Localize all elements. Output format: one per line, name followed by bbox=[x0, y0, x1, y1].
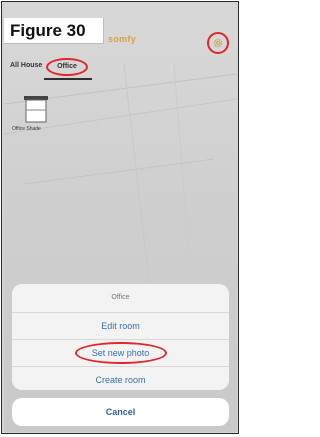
action-sheet: Office Edit room Set new photo Create ro… bbox=[12, 284, 229, 390]
gear-icon bbox=[213, 38, 223, 48]
somfy-logo: somfy bbox=[108, 34, 137, 44]
active-tab-underline bbox=[44, 78, 92, 80]
edit-room-button[interactable]: Edit room bbox=[12, 313, 229, 340]
device-label: Office Shade bbox=[12, 126, 41, 132]
phone-screen: somfy All House Office Office Shade Offi… bbox=[4, 4, 237, 432]
tab-office[interactable]: Office bbox=[46, 58, 88, 76]
red-highlight-circle bbox=[74, 342, 167, 364]
set-new-photo-button[interactable]: Set new photo bbox=[12, 340, 229, 367]
edit-room-label: Edit room bbox=[101, 321, 140, 331]
create-room-label: Create room bbox=[95, 375, 146, 385]
tab-all-house[interactable]: All House bbox=[10, 62, 42, 69]
figure-frame: somfy All House Office Office Shade Offi… bbox=[1, 1, 239, 434]
action-sheet-title: Office bbox=[12, 284, 229, 313]
figure-label: Figure 30 bbox=[4, 18, 104, 44]
settings-button[interactable] bbox=[207, 32, 229, 54]
create-room-button[interactable]: Create room bbox=[12, 367, 229, 390]
room-tabs: All House Office bbox=[4, 58, 237, 80]
shade-icon bbox=[24, 96, 48, 123]
cancel-button[interactable]: Cancel bbox=[12, 398, 229, 426]
